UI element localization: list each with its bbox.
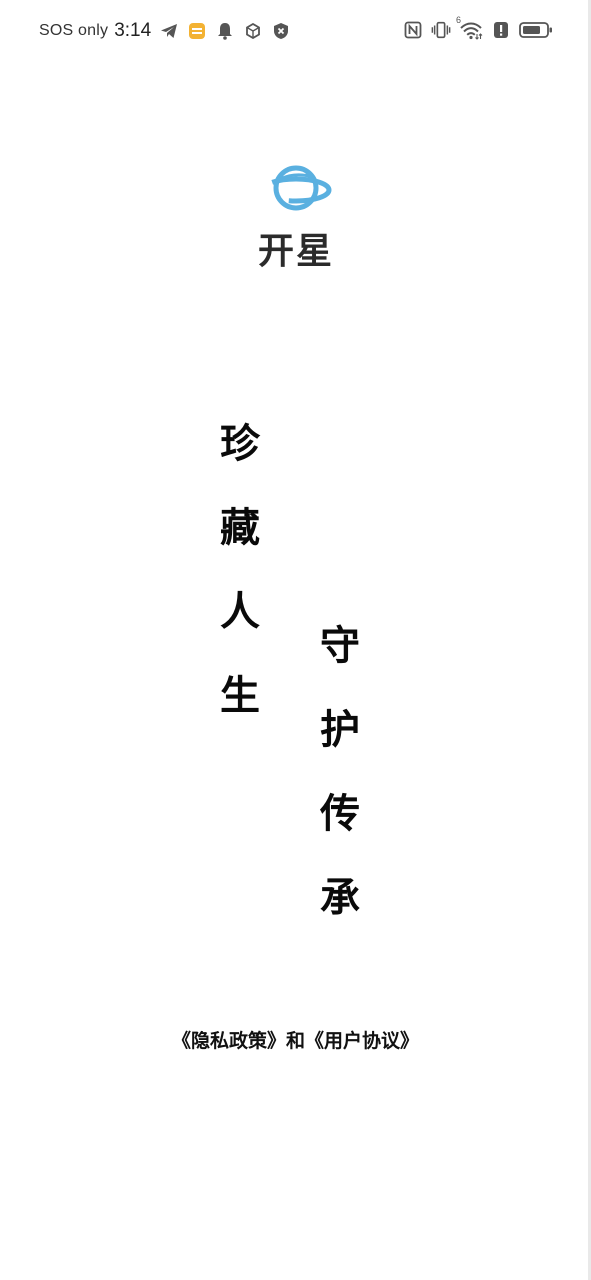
app-name: 开星	[257, 231, 334, 272]
slogan-char: 藏	[220, 504, 260, 551]
vibrate-icon	[431, 20, 451, 40]
battery-icon	[519, 20, 553, 40]
user-agreement-link[interactable]: 《用户协议》	[305, 1030, 419, 1052]
notes-icon	[187, 21, 207, 41]
carrier-text: SOS only	[39, 22, 109, 39]
wifi-6-icon: 6	[456, 15, 483, 40]
slogan-char: 护	[320, 706, 360, 753]
shield-x-icon	[271, 21, 291, 41]
slogan-char: 传	[320, 790, 360, 837]
slogan-left-column: 珍 藏 人 生	[213, 402, 267, 738]
slogan-right-column: 守 护 传 承	[313, 604, 367, 940]
status-right: 6	[403, 15, 553, 40]
slogan-char: 守	[320, 622, 360, 669]
wifi-badge: 6	[456, 15, 462, 25]
agreement-and-text: 和	[285, 1030, 305, 1052]
slogan-char: 承	[320, 874, 360, 921]
nfc-icon	[403, 20, 423, 40]
slogan-char: 生	[220, 672, 260, 719]
status-left: SOS only 3:14	[39, 20, 291, 42]
agreement-line: 《隐私政策》和《用户协议》	[0, 1026, 591, 1053]
planet-icon	[260, 165, 332, 211]
privacy-policy-link[interactable]: 《隐私政策》	[172, 1030, 286, 1052]
vpn-icon	[243, 21, 263, 41]
slogan-char: 珍	[220, 420, 260, 467]
clock-time: 3:14	[114, 20, 152, 41]
app-logo: 开星	[248, 160, 344, 272]
slogan-char: 人	[220, 588, 260, 635]
alert-icon	[491, 20, 511, 40]
status-bar: SOS only 3:14 6	[0, 0, 591, 66]
telegram-icon	[159, 21, 179, 41]
bell-icon	[215, 21, 235, 41]
